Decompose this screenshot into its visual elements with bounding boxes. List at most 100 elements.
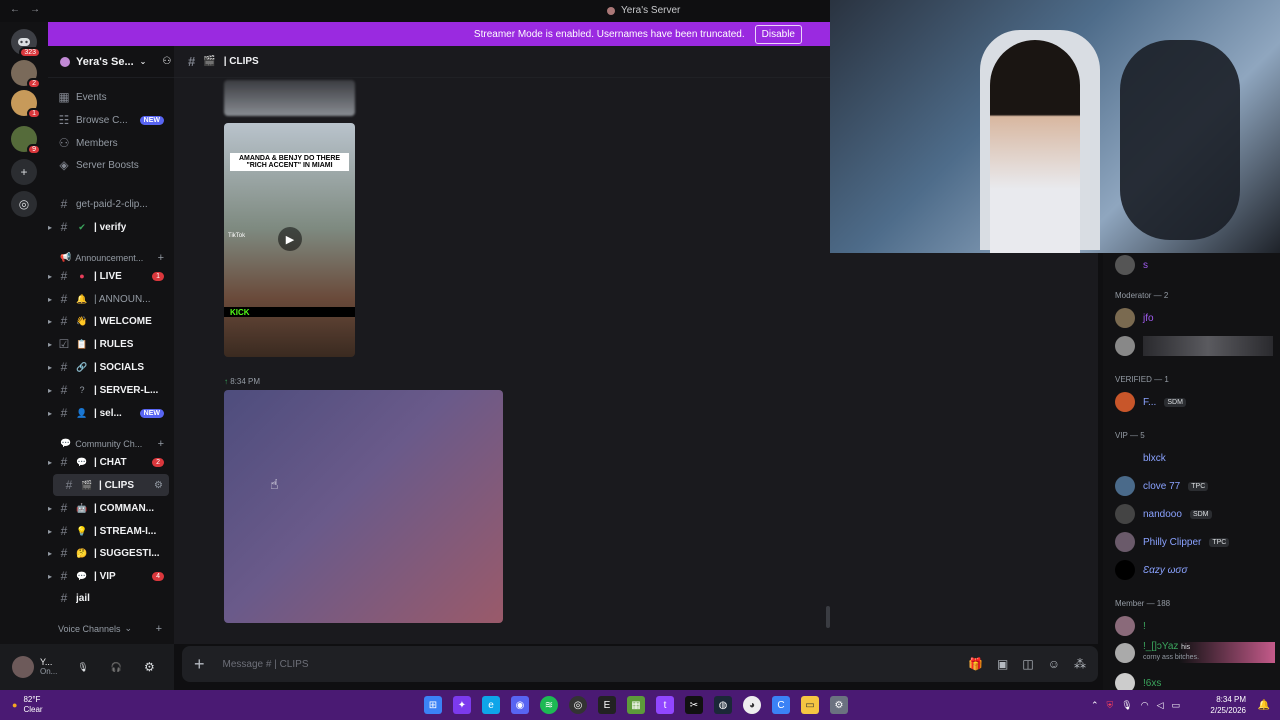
category-community[interactable]: 💬 Community Ch... + [60, 438, 164, 450]
epic-games-icon[interactable]: E [598, 696, 616, 714]
security-icon[interactable]: ⛨ [1107, 700, 1114, 711]
headphones-icon[interactable]: 🎧 [111, 662, 122, 673]
notifications-icon[interactable]: 🔔 [1258, 700, 1270, 711]
member-item[interactable]: nandooo SDM [1115, 504, 1212, 524]
settings-icon[interactable]: ⚙ [830, 696, 848, 714]
category-voice[interactable]: Voice Channels ⌄ + [58, 623, 162, 635]
steam-icon[interactable]: ◍ [714, 696, 732, 714]
disable-streamer-button[interactable]: Disable [754, 24, 802, 44]
channel-item[interactable]: ▸ # 💬 | VIP 4 [48, 565, 174, 587]
channel-item[interactable]: ▸ # 🤖 | COMMAN... [48, 497, 174, 519]
settings-gear-icon[interactable]: ⚙ [154, 480, 163, 491]
channel-item[interactable]: ▸ # 🔗 | SOCIALS [48, 356, 174, 378]
channel-item-active[interactable]: # 🎬 | CLIPS ⚙ [53, 474, 169, 496]
channel-label: | SUGGESTI... [94, 547, 160, 559]
add-channel-icon[interactable]: + [158, 252, 164, 264]
channel-item[interactable]: ▸ # 🤔 | SUGGESTI... [48, 542, 174, 564]
add-member-icon[interactable]: ⚇ [162, 56, 171, 67]
channel-label: jail [76, 592, 90, 604]
obs-icon[interactable]: ◎ [569, 696, 587, 714]
avatar[interactable] [12, 656, 34, 678]
sidebar-item-events[interactable]: ▦ Events [48, 86, 174, 108]
webcam-shadow [1120, 40, 1240, 240]
video-thumbnail-previous[interactable] [224, 80, 355, 116]
user-info[interactable]: Y... On... [40, 657, 57, 677]
member-item[interactable]: !_[]ɔYaz his corny ass bitches. [1115, 642, 1275, 663]
clock[interactable]: 8:34 PM 2/25/2026 [1210, 694, 1246, 716]
twitch-icon[interactable]: t [656, 696, 674, 714]
settings-gear-icon[interactable]: ⚙ [144, 660, 155, 674]
cursor-app-icon[interactable]: C [772, 696, 790, 714]
chat-area-extension [830, 253, 1098, 644]
member-item[interactable]: ! [1115, 616, 1146, 636]
speech-icon: 💬 [60, 438, 72, 448]
member-item[interactable]: clove 77 TPC [1115, 476, 1209, 496]
file-explorer-icon[interactable]: ▭ [801, 696, 819, 714]
channel-item[interactable]: # get-paid-2-clip... [48, 193, 174, 215]
member-item[interactable]: Ɛαzу ωσσ [1115, 560, 1187, 580]
guild-avatar[interactable]: 1 [11, 90, 41, 119]
sticker-icon[interactable]: ◫ [1022, 657, 1033, 671]
add-attachment-icon[interactable]: + [194, 654, 205, 675]
mention-badge: 4 [152, 571, 164, 581]
channel-item[interactable]: ▸ #? | SERVER-L... [48, 379, 174, 401]
sidebar-item-boosts[interactable]: ◈ Server Boosts [48, 154, 174, 176]
guild-avatar[interactable]: 9 [11, 126, 41, 155]
member-item[interactable]: jfo [1115, 308, 1154, 328]
emoji-icon[interactable]: ☺ [1048, 657, 1060, 671]
channel-item[interactable]: # jail [48, 587, 174, 609]
category-announcements[interactable]: 📢 Announcement... + [60, 252, 164, 264]
channel-item[interactable]: ▸ # ✔ | verify [48, 216, 174, 238]
battery-icon[interactable]: ▭ [1171, 700, 1180, 711]
video-attachment[interactable]: AMANDA & BENJY DO THERE "RICH ACCENT" IN… [224, 123, 355, 357]
member-item[interactable]: s [1115, 255, 1148, 275]
play-icon[interactable]: ▶ [278, 227, 302, 251]
channel-item[interactable]: ▸ # 🔔 | ANNOUN... [48, 288, 174, 310]
sidebar-item-members[interactable]: ⚇ Members [48, 132, 174, 154]
add-server-icon[interactable]: + [11, 159, 37, 185]
add-channel-icon[interactable]: + [158, 438, 164, 450]
volume-icon[interactable]: ◁ [1157, 700, 1164, 711]
channel-item[interactable]: ▸ # ● | LIVE 1 [48, 265, 174, 287]
channel-item[interactable]: ▸ # 👋 | WELCOME [48, 310, 174, 332]
blurred-attachment[interactable] [224, 390, 503, 623]
message-input[interactable]: + Message # | CLIPS 🎁 ▣ ◫ ☺ ⁂ [182, 646, 1098, 682]
chevron-up-icon[interactable]: ⌃ [1091, 700, 1099, 711]
member-name: Philly Clipper [1143, 536, 1202, 548]
window-title-text: Yera's Server [621, 5, 681, 16]
sidebar-item-browse[interactable]: ☷ Browse C... NEW [48, 109, 174, 131]
guild-avatar[interactable]: 2 [11, 60, 41, 89]
member-item[interactable] [1115, 336, 1273, 356]
channel-label: | sel... [94, 407, 122, 419]
microphone-icon[interactable]: 🎙 [77, 662, 88, 673]
discord-home-icon[interactable]: 323 [11, 29, 41, 58]
spotify-icon[interactable]: ≋ [540, 696, 558, 714]
channel-item[interactable]: ▸ # 💬 | CHAT 2 [48, 451, 174, 473]
microphone-icon[interactable]: 🎙 [1121, 700, 1132, 711]
minecraft-icon[interactable]: ▦ [627, 696, 645, 714]
member-item[interactable]: F... SDM [1115, 392, 1186, 412]
copilot-icon[interactable]: ✦ [453, 696, 471, 714]
capcut-icon[interactable]: ✂ [685, 696, 703, 714]
channel-item[interactable]: ▸ # 💡 | STREAM-I... [48, 520, 174, 542]
back-arrow-icon[interactable]: ← [10, 4, 20, 15]
channel-item[interactable]: ▸ ☑ 📋 | RULES [48, 333, 174, 355]
chrome-icon[interactable]: ◕ [743, 696, 761, 714]
wifi-icon[interactable]: ◠ [1141, 700, 1149, 711]
add-channel-icon[interactable]: + [156, 623, 162, 635]
channel-item[interactable]: ▸ # 👤 | sel... NEW [48, 402, 174, 424]
mention-badge: 1 [152, 271, 164, 281]
member-item[interactable]: blxck [1115, 448, 1166, 468]
windows-start-icon[interactable]: ⊞ [424, 696, 442, 714]
gift-icon[interactable]: 🎁 [968, 657, 983, 671]
server-header[interactable]: Yera's Se... ⌄ ⚇ [48, 46, 174, 78]
weather-widget[interactable]: ● 82°F Clear [12, 695, 43, 715]
video-brand-bar: KICK [224, 307, 355, 317]
gif-icon[interactable]: ▣ [997, 657, 1008, 671]
forward-arrow-icon[interactable]: → [30, 4, 40, 15]
apps-icon[interactable]: ⁂ [1074, 657, 1086, 671]
member-item[interactable]: Philly Clipper TPC [1115, 532, 1230, 552]
discord-icon[interactable]: ◉ [511, 696, 529, 714]
edge-icon[interactable]: e [482, 696, 500, 714]
discover-icon[interactable]: ◎ [11, 191, 37, 217]
